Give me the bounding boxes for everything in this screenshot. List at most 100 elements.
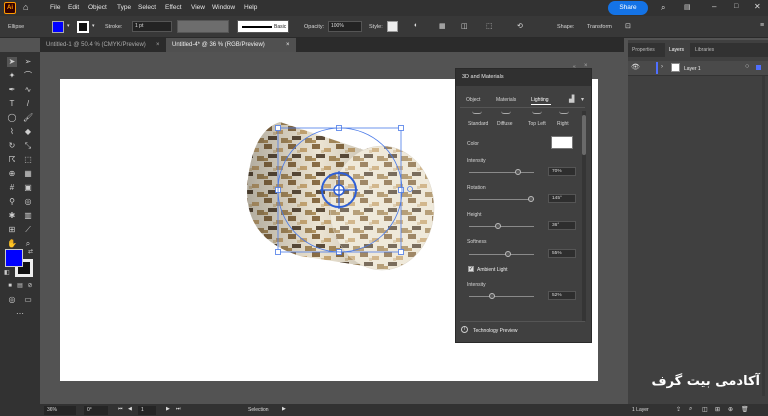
tab-close-icon[interactable]: × xyxy=(286,38,290,52)
slice-tool-icon[interactable]: ⟋ xyxy=(23,225,33,235)
pathfinder-icon[interactable]: ◫ xyxy=(461,22,468,30)
tab-properties[interactable]: Properties xyxy=(632,47,655,53)
curvature-tool-icon[interactable]: ∿ xyxy=(23,85,33,95)
menu-file[interactable]: File xyxy=(50,4,60,11)
preset-topleft-thumb[interactable] xyxy=(532,111,542,114)
menu-type[interactable]: Type xyxy=(117,4,131,11)
share-button[interactable]: Share xyxy=(608,1,648,15)
transform-label[interactable]: Transform xyxy=(587,24,612,30)
menu-window[interactable]: Window xyxy=(212,4,235,11)
menu-edit[interactable]: Edit xyxy=(68,4,79,11)
rotate-field[interactable]: 0° xyxy=(84,406,108,415)
gradient-tool-icon[interactable]: ▣ xyxy=(23,183,33,193)
export-icon[interactable]: ⇪ xyxy=(676,406,681,413)
pen-tool-icon[interactable]: ✒ xyxy=(7,85,17,95)
preset-right-thumb[interactable] xyxy=(559,111,569,114)
shape-builder-tool-icon[interactable]: ⊕ xyxy=(7,169,17,179)
new-sublayer-icon[interactable]: ⊞ xyxy=(715,406,720,413)
rotation-slider-knob[interactable] xyxy=(527,196,534,202)
line-tool-icon[interactable]: / xyxy=(23,99,33,109)
align-icon[interactable]: ▦ xyxy=(439,22,446,30)
ambient-intensity-value[interactable]: 52% xyxy=(548,291,576,300)
eraser-tool-icon[interactable]: ◆ xyxy=(23,127,33,137)
isolate-icon[interactable]: ⊡ xyxy=(625,22,631,30)
height-slider[interactable] xyxy=(469,223,534,229)
ellipse-tool-icon[interactable]: ◯ xyxy=(7,113,17,123)
mesh-tool-icon[interactable]: # xyxy=(7,183,17,193)
tab-libraries[interactable]: Libraries xyxy=(695,47,714,53)
eyedropper-tool-icon[interactable]: ⚲ xyxy=(7,197,17,207)
style-swatch[interactable] xyxy=(387,21,398,32)
selection-overlay[interactable] xyxy=(270,122,420,262)
height-value[interactable]: 36° xyxy=(548,221,576,230)
target-icon[interactable]: ○ xyxy=(745,63,749,70)
tab-untitled-4[interactable]: Untitled-4* @ 36 % (RGB/Preview) × xyxy=(166,38,296,52)
layers-scrollbar[interactable] xyxy=(762,76,765,396)
shape-builder-icon[interactable]: ⬚ xyxy=(486,22,493,30)
preset-standard[interactable]: Standard xyxy=(468,121,488,127)
direct-selection-tool-icon[interactable]: ➢ xyxy=(23,57,33,67)
expand-chevron-icon[interactable]: › xyxy=(661,64,663,70)
layer-name[interactable]: Layer 1 xyxy=(684,66,701,72)
new-layer-icon[interactable]: ⊕ xyxy=(728,406,733,413)
shape-label[interactable]: Shape: xyxy=(557,24,574,30)
ambient-intensity-slider[interactable] xyxy=(469,293,534,299)
layer-row[interactable]: 👁 › Layer 1 ○ xyxy=(628,61,768,76)
stroke-swatch[interactable] xyxy=(77,21,89,33)
softness-slider-knob[interactable] xyxy=(504,251,511,257)
render-settings-icon[interactable]: ▟ xyxy=(569,95,574,103)
minimize-icon[interactable]: – xyxy=(712,2,716,11)
softness-slider[interactable] xyxy=(469,251,534,257)
maximize-icon[interactable]: □ xyxy=(734,3,738,10)
hand-tool-icon[interactable]: ✋ xyxy=(7,239,17,249)
intensity-slider-knob[interactable] xyxy=(514,169,521,175)
screen-mode-icon[interactable]: ▭ xyxy=(23,295,33,305)
perspective-grid-tool-icon[interactable]: ▦ xyxy=(23,169,33,179)
none-mode-icon[interactable]: ⊘ xyxy=(25,281,35,291)
next-artboard-icon[interactable]: ▶ xyxy=(166,406,170,412)
artboard-tool-icon[interactable]: ⊞ xyxy=(7,225,17,235)
paintbrush-tool-icon[interactable]: 🖌 xyxy=(23,113,33,123)
brush-dropdown[interactable]: Basic xyxy=(237,20,289,33)
preset-standard-thumb[interactable] xyxy=(472,111,482,114)
stroke-weight-field[interactable]: 1 pt xyxy=(132,21,172,32)
panel-menu-icon[interactable]: ≡ xyxy=(760,22,764,29)
ambient-light-label[interactable]: Ambient Light xyxy=(477,267,508,273)
color-mode-icon[interactable]: ■ xyxy=(5,281,15,291)
first-artboard-icon[interactable]: ⏮ xyxy=(118,406,123,412)
edit-toolbar-icon[interactable]: ⋯ xyxy=(15,309,25,319)
menu-object[interactable]: Object xyxy=(88,4,107,11)
tab-close-icon[interactable]: × xyxy=(156,38,160,52)
shaper-tool-icon[interactable]: ⌇ xyxy=(7,127,17,137)
preset-diffuse-thumb[interactable] xyxy=(501,111,511,114)
home-icon[interactable]: ⌂ xyxy=(23,2,28,12)
warp-tool-icon[interactable]: ☈ xyxy=(7,155,17,165)
stroke-chevron-icon[interactable]: ▾ xyxy=(92,23,95,29)
height-slider-knob[interactable] xyxy=(495,223,501,229)
rotate-tool-icon[interactable]: ↻ xyxy=(7,141,17,151)
gradient-mode-icon[interactable]: ▤ xyxy=(15,281,25,291)
opacity-field[interactable]: 100% xyxy=(328,21,362,32)
clipping-mask-icon[interactable]: ◫ xyxy=(702,406,708,413)
visibility-icon[interactable]: 👁 xyxy=(631,63,640,71)
prev-artboard-icon[interactable]: ◀ xyxy=(128,406,132,412)
magic-wand-tool-icon[interactable]: ✦ xyxy=(7,71,17,81)
panel-close-icon[interactable]: × xyxy=(584,63,588,69)
menu-select[interactable]: Select xyxy=(138,4,156,11)
render-chevron-icon[interactable]: ▾ xyxy=(581,96,584,103)
tab-object[interactable]: Object xyxy=(466,97,480,103)
symbol-sprayer-tool-icon[interactable]: ✱ xyxy=(7,211,17,221)
rotation-slider[interactable] xyxy=(469,196,534,202)
close-icon[interactable]: ✕ xyxy=(754,2,761,11)
rotation-value[interactable]: 145° xyxy=(548,194,576,203)
type-tool-icon[interactable]: T xyxy=(7,99,17,109)
softness-value[interactable]: 55% xyxy=(548,249,576,258)
recolor-icon[interactable]: ◐ xyxy=(414,22,418,29)
artboard-number-field[interactable]: 1 xyxy=(138,406,156,415)
fill-chevron-icon[interactable]: ▾ xyxy=(67,23,70,29)
selection-tool-icon[interactable]: ➤ xyxy=(7,57,17,67)
tab-materials[interactable]: Materials xyxy=(496,97,516,103)
menu-help[interactable]: Help xyxy=(244,4,257,11)
tab-lighting[interactable]: Lighting xyxy=(531,97,549,103)
status-arrow-icon[interactable]: ▶ xyxy=(282,406,286,412)
